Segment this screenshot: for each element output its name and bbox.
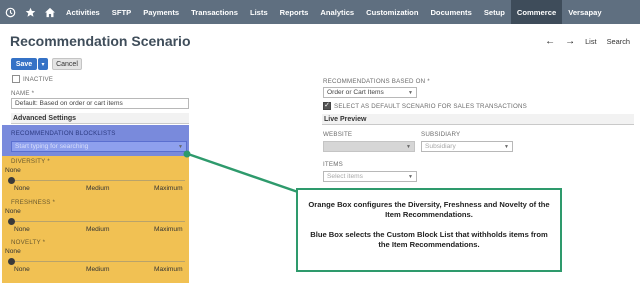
items-select[interactable]: Select items ▼ (323, 171, 417, 182)
callout-blue-text: Blue Box selects the Custom Block List t… (310, 230, 548, 249)
forward-arrow-icon[interactable]: → (565, 36, 575, 47)
nav-reports[interactable]: Reports (274, 0, 315, 24)
nav-transactions[interactable]: Transactions (185, 0, 244, 24)
diversity-label: DIVERSITY * (11, 158, 50, 165)
website-label: WEBSITE (323, 131, 353, 138)
name-field[interactable]: Default: Based on order or cart items (11, 98, 189, 109)
novelty-tick-medium: Medium (86, 266, 110, 273)
nav-commerce[interactable]: Commerce (510, 0, 563, 24)
annotation-callout: Orange Box configures the Diversity, Fre… (296, 188, 562, 272)
novelty-tick-maximum: Maximum (154, 266, 183, 273)
chevron-down-icon: ▼ (408, 174, 413, 180)
nav-versapay[interactable]: Versapay (562, 0, 607, 24)
name-label: NAME * (11, 90, 35, 97)
subsidiary-label: SUBSIDIARY (421, 131, 461, 138)
freshness-label: FRESHNESS * (11, 199, 56, 206)
freshness-value: None (5, 208, 21, 215)
page-tools: ← → List Search (545, 36, 630, 47)
nav-setup[interactable]: Setup (478, 0, 511, 24)
nav-lists[interactable]: Lists (244, 0, 274, 24)
freshness-slider-track[interactable] (9, 221, 185, 222)
star-icon[interactable] (20, 0, 40, 24)
subsidiary-select[interactable]: Subsidiary ▼ (421, 141, 513, 152)
back-arrow-icon[interactable]: ← (545, 36, 555, 47)
novelty-slider-track[interactable] (9, 261, 185, 262)
inactive-checkbox[interactable] (12, 75, 20, 83)
blocklists-placeholder: Start typing for searching (15, 143, 89, 150)
diversity-tick-none: None (14, 185, 30, 192)
search-link[interactable]: Search (607, 37, 630, 46)
chevron-down-icon: ▼ (406, 144, 411, 150)
subsidiary-placeholder: Subsidiary (425, 143, 456, 150)
diversity-tick-maximum: Maximum (154, 185, 183, 192)
nav-payments[interactable]: Payments (137, 0, 185, 24)
blocklists-input[interactable]: Start typing for searching ▼ (11, 141, 187, 152)
default-scenario-label: SELECT AS DEFAULT SCENARIO FOR SALES TRA… (334, 103, 527, 110)
blocklists-label: RECOMMENDATION BLOCKLISTS (11, 130, 116, 137)
chevron-down-icon: ▼ (504, 144, 509, 150)
advanced-settings-header: Advanced Settings (11, 113, 189, 124)
novelty-tick-none: None (14, 266, 30, 273)
items-label: ITEMS (323, 161, 343, 168)
home-icon[interactable] (40, 0, 60, 24)
freshness-tick-none: None (14, 226, 30, 233)
cancel-button[interactable]: Cancel (52, 58, 82, 70)
diversity-slider-handle[interactable] (8, 177, 15, 184)
inactive-label: INACTIVE (23, 76, 54, 83)
recent-records-icon[interactable] (0, 0, 20, 24)
website-select[interactable]: ▼ (323, 141, 415, 152)
nav-activities[interactable]: Activities (60, 0, 106, 24)
diversity-value: None (5, 167, 21, 174)
novelty-slider-handle[interactable] (8, 258, 15, 265)
save-button[interactable]: Save (11, 58, 37, 70)
live-preview-header: Live Preview (322, 114, 634, 125)
items-placeholder: Select items (327, 173, 363, 180)
freshness-slider-handle[interactable] (8, 218, 15, 225)
chevron-down-icon: ▼ (178, 144, 183, 150)
freshness-tick-maximum: Maximum (154, 226, 183, 233)
nav-customization[interactable]: Customization (360, 0, 424, 24)
based-on-value: Order or Cart Items (327, 89, 384, 96)
default-scenario-checkbox[interactable]: ✓ (323, 102, 331, 110)
top-nav: Activities SFTP Payments Transactions Li… (0, 0, 640, 24)
diversity-slider-track[interactable] (9, 180, 185, 181)
nav-documents[interactable]: Documents (424, 0, 477, 24)
novelty-value: None (5, 248, 21, 255)
page-title: Recommendation Scenario (10, 33, 191, 49)
based-on-select[interactable]: Order or Cart Items ▼ (323, 87, 417, 98)
diversity-tick-medium: Medium (86, 185, 110, 192)
based-on-label: RECOMMENDATIONS BASED ON * (323, 78, 430, 85)
novelty-label: NOVELTY * (11, 239, 46, 246)
freshness-tick-medium: Medium (86, 226, 110, 233)
callout-orange-text: Orange Box configures the Diversity, Fre… (308, 200, 550, 219)
list-link[interactable]: List (585, 37, 597, 46)
chevron-down-icon: ▼ (408, 90, 413, 96)
nav-analytics[interactable]: Analytics (314, 0, 360, 24)
nav-sftp[interactable]: SFTP (106, 0, 137, 24)
save-options-dropdown[interactable]: ▾ (38, 58, 48, 70)
